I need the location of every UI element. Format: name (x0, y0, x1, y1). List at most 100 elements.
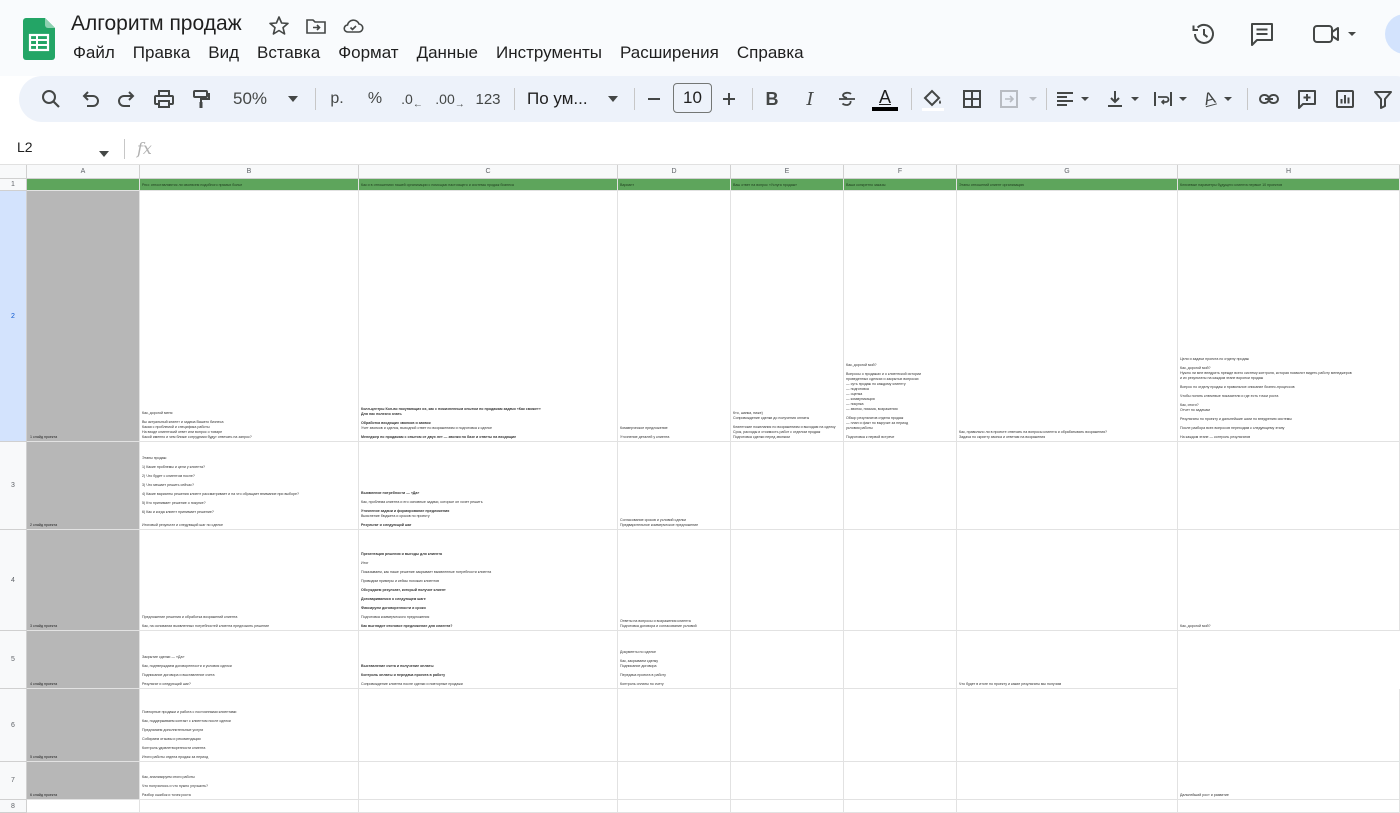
cell[interactable] (731, 631, 844, 689)
cell[interactable]: Согласование сроков и условий сделки Пред… (618, 442, 731, 530)
cell[interactable]: Закрытие сделки — «Да» Как, подтверждаем … (140, 631, 359, 689)
cell[interactable] (957, 800, 1178, 813)
cell[interactable]: Ваши конкретно заказы (844, 179, 957, 191)
row-header[interactable]: 2 (0, 191, 27, 442)
cell[interactable]: Как и в отношениях нашей организации с п… (359, 179, 618, 191)
move-to-folder-icon[interactable] (304, 14, 328, 38)
print-icon[interactable] (152, 86, 176, 112)
row-header[interactable]: 4 (0, 530, 27, 631)
insert-chart-icon[interactable] (1333, 86, 1357, 112)
menu-item[interactable]: Файл (64, 43, 124, 65)
cell[interactable] (731, 689, 844, 762)
cell[interactable] (957, 689, 1178, 762)
font-size-input[interactable]: 10 (673, 83, 712, 113)
cell[interactable]: Вариант (618, 179, 731, 191)
text-color-button[interactable]: A (871, 86, 899, 112)
cell[interactable]: 2 слайд проекта (27, 442, 140, 530)
account-avatar[interactable] (1385, 14, 1400, 54)
cell[interactable]: Выявление потребности — «Да» Как, проблем… (359, 442, 618, 530)
currency-format-button[interactable]: р. (326, 86, 348, 112)
number-format-button[interactable]: 123 (474, 86, 502, 112)
menu-item[interactable]: Формат (329, 43, 407, 65)
cell[interactable]: Презентация решения и выгоды для клиента… (359, 530, 618, 631)
cell[interactable] (731, 762, 844, 800)
cell[interactable] (731, 800, 844, 813)
cell[interactable]: Как, дорогой меня Вы актуальный клиент и … (140, 191, 359, 442)
cell[interactable] (957, 442, 1178, 530)
cell[interactable]: Колл-центры Кол-во покупающих их, как с … (359, 191, 618, 442)
cell[interactable]: 6 слайд проекта (27, 762, 140, 800)
cell[interactable]: Предложение решения и обработка возражен… (140, 530, 359, 631)
formula-input[interactable] (170, 138, 1390, 158)
cell[interactable] (140, 800, 359, 813)
cell[interactable] (844, 442, 957, 530)
cell[interactable]: Что будет в итоге по проекту и какие рез… (957, 631, 1178, 689)
cell[interactable]: Дальнейший рост и развитие (1178, 762, 1400, 800)
search-menus-icon[interactable] (39, 86, 63, 112)
cell[interactable] (957, 762, 1178, 800)
row-header[interactable]: 1 (0, 179, 27, 191)
menu-item[interactable]: Расширения (611, 43, 728, 65)
insert-link-icon[interactable] (1257, 86, 1281, 112)
cell[interactable]: 4 слайд проекта (27, 631, 140, 689)
cell[interactable] (618, 800, 731, 813)
horizontal-align-icon[interactable] (1055, 86, 1095, 112)
italic-button[interactable]: I (799, 86, 821, 112)
menu-item[interactable]: Инструменты (487, 43, 611, 65)
cell[interactable] (844, 762, 957, 800)
cell[interactable] (731, 442, 844, 530)
column-header[interactable]: H (1178, 165, 1400, 179)
cell[interactable] (1178, 800, 1400, 813)
column-header[interactable]: E (731, 165, 844, 179)
cell[interactable]: Кто, шапка, ниже) Сопровождение сделки до… (731, 191, 844, 442)
column-header[interactable]: F (844, 165, 957, 179)
cell[interactable] (844, 689, 957, 762)
menu-item[interactable]: Данные (408, 43, 487, 65)
version-history-icon[interactable] (1190, 20, 1218, 48)
meet-video-icon[interactable] (1311, 20, 1359, 48)
cell[interactable]: Выставление счета и получение оплаты Конт… (359, 631, 618, 689)
column-header[interactable]: D (618, 165, 731, 179)
cell[interactable] (844, 631, 957, 689)
insert-comment-icon[interactable] (1295, 86, 1319, 112)
text-wrapping-icon[interactable] (1153, 86, 1193, 112)
cell[interactable] (1178, 442, 1400, 530)
cell[interactable] (27, 179, 140, 191)
cell[interactable]: Ваш ответ на вопрос «Услуга продаж» (731, 179, 844, 191)
comments-icon[interactable] (1248, 20, 1276, 48)
cell[interactable] (1178, 689, 1400, 762)
decrease-font-size-icon[interactable] (644, 86, 664, 112)
menu-item[interactable]: Вставка (248, 43, 329, 65)
cell[interactable]: 3 слайд проекта (27, 530, 140, 631)
text-rotation-button[interactable]: A (1201, 86, 1241, 112)
cell[interactable]: Этапы отношений клиент организацию (957, 179, 1178, 191)
column-header[interactable]: B (140, 165, 359, 179)
menu-item[interactable]: Вид (199, 43, 248, 65)
row-header[interactable]: 8 (0, 800, 27, 813)
cell[interactable]: Как, анализируем итоги работы Что получил… (140, 762, 359, 800)
redo-icon[interactable] (115, 86, 139, 112)
cell[interactable] (731, 530, 844, 631)
increase-font-size-icon[interactable] (719, 86, 739, 112)
cell[interactable]: Рюз: отпоставляются ли своевсем подобног… (140, 179, 359, 191)
cell[interactable]: Этапы продаж: 1) Какие проблемы и цели у … (140, 442, 359, 530)
cell[interactable] (957, 530, 1178, 631)
cell[interactable]: 5 слайд проекта (27, 689, 140, 762)
font-dropdown-arrow-icon[interactable] (605, 86, 621, 112)
cell[interactable]: 1 слайд проекта (27, 191, 140, 442)
cell[interactable]: Документы по сделке Как, закрываем сделку… (618, 631, 731, 689)
undo-icon[interactable] (78, 86, 102, 112)
cloud-saved-icon[interactable] (341, 14, 365, 38)
cell[interactable] (27, 800, 140, 813)
column-header[interactable]: C (359, 165, 618, 179)
row-header[interactable]: 3 (0, 442, 27, 530)
cell[interactable]: Цели и задачи проекта по отделу продаж Ка… (1178, 191, 1400, 442)
zoom-select[interactable]: 50% (223, 86, 277, 112)
cell[interactable] (359, 800, 618, 813)
star-icon[interactable] (267, 14, 291, 38)
borders-icon[interactable] (960, 86, 984, 112)
cell[interactable] (618, 762, 731, 800)
bold-button[interactable]: B (761, 86, 783, 112)
cell[interactable] (844, 800, 957, 813)
select-all-corner[interactable] (0, 165, 27, 179)
